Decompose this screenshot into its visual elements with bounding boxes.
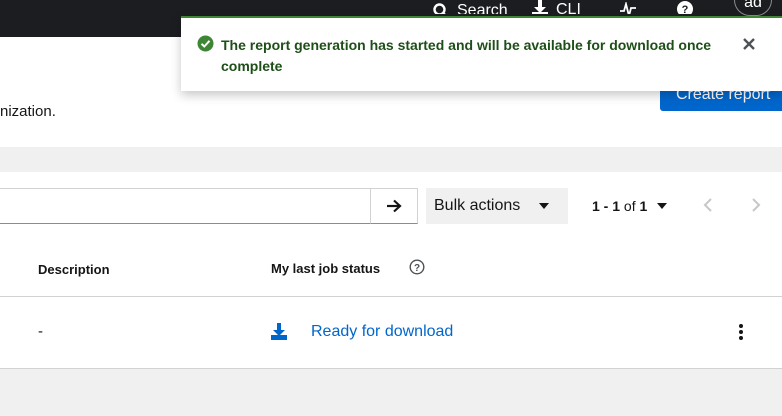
download-icon [532, 0, 548, 14]
search-submit-button[interactable] [370, 188, 418, 224]
user-avatar[interactable]: ad [734, 0, 772, 16]
activity-nav-button[interactable] [620, 0, 640, 14]
arrow-right-icon [387, 199, 402, 213]
svg-text:?: ? [682, 4, 689, 14]
cli-nav-button[interactable]: CLI [531, 0, 591, 14]
check-circle-icon [197, 35, 214, 52]
toast-message: The report generation has started and wi… [221, 37, 712, 74]
activity-icon [620, 2, 636, 14]
help-circle-icon[interactable]: ? [409, 259, 425, 275]
search-nav-label: Search [457, 2, 508, 15]
row-divider [0, 368, 782, 369]
pagination-total: 1 [639, 198, 648, 214]
row-description: - [38, 323, 43, 340]
close-icon[interactable] [743, 38, 755, 50]
previous-page-icon[interactable] [703, 198, 713, 212]
cli-nav-label: CLI [556, 1, 581, 14]
bulk-actions-label: Bulk actions [434, 197, 521, 214]
page-description: nization. [0, 103, 56, 120]
table-toolbar: Bulk actions 1 - 1 of 1 [0, 172, 782, 236]
download-icon[interactable] [270, 323, 288, 341]
svg-text:?: ? [414, 263, 420, 274]
bulk-actions-dropdown[interactable]: Bulk actions [426, 188, 568, 224]
column-header-last-job-status: My last job status [271, 261, 381, 276]
column-header-description: Description [38, 262, 110, 277]
pagination-range: 1 - 1 [592, 198, 621, 214]
caret-down-icon [539, 203, 549, 209]
pagination-of: of [623, 198, 636, 214]
search-icon [433, 3, 446, 14]
search-nav-button[interactable]: Search [433, 0, 513, 14]
reports-table [0, 236, 782, 369]
help-icon: ? [677, 1, 693, 14]
report-search-input[interactable] [0, 188, 371, 224]
row-divider [0, 296, 782, 297]
next-page-icon[interactable] [751, 198, 761, 212]
pagination-toggle[interactable]: 1 - 1 of 1 [592, 198, 647, 214]
ready-for-download-link[interactable]: Ready for download [311, 323, 453, 341]
help-nav-button[interactable]: ? [676, 0, 696, 14]
caret-down-icon[interactable] [657, 203, 667, 209]
success-toast-alert: The report generation has started and wi… [181, 16, 782, 91]
kebab-menu-icon[interactable] [738, 324, 744, 340]
